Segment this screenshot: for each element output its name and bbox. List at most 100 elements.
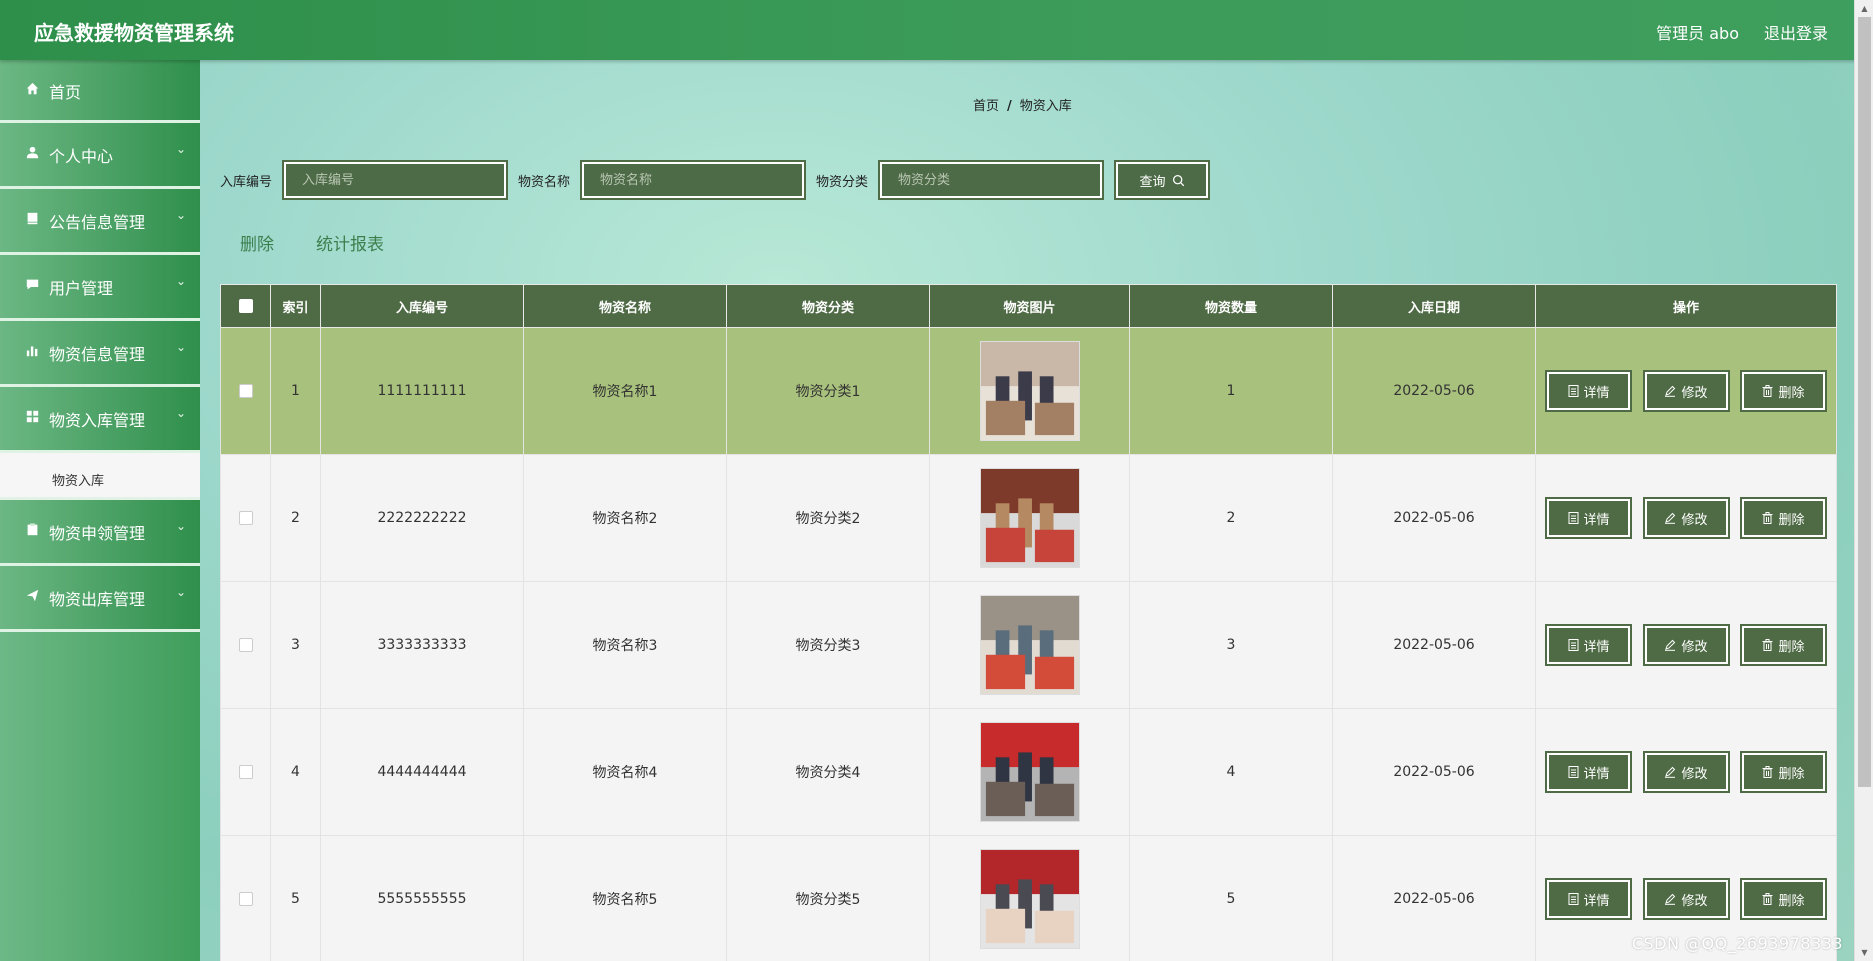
material-name-cell: 物资名称5 bbox=[523, 835, 727, 961]
sidebar-item-notices[interactable]: 公告信息管理 ⌄ bbox=[0, 189, 200, 255]
stock-in-code-cell: 5555555555 bbox=[320, 835, 524, 961]
vertical-scrollbar[interactable]: ▲ ▼ bbox=[1854, 0, 1873, 961]
row-select-cell[interactable] bbox=[220, 708, 271, 836]
detail-button[interactable]: 详情 bbox=[1545, 624, 1633, 666]
delete-button-label: 删除 bbox=[1778, 512, 1805, 528]
detail-button-label: 详情 bbox=[1583, 385, 1610, 401]
material-category-input[interactable] bbox=[878, 160, 1105, 200]
index-cell: 1 bbox=[270, 327, 321, 455]
scroll-up-arrow-icon[interactable]: ▲ bbox=[1855, 0, 1873, 17]
row-checkbox[interactable] bbox=[238, 638, 253, 652]
material-category-cell: 物资分类1 bbox=[726, 327, 930, 455]
material-photo[interactable] bbox=[979, 468, 1080, 568]
material-name-input[interactable] bbox=[580, 160, 807, 200]
quantity-cell: 3 bbox=[1129, 581, 1333, 709]
material-category-cell: 物资分类5 bbox=[726, 835, 930, 961]
sidebar-item-home[interactable]: 首页 bbox=[0, 60, 200, 123]
edit-button[interactable]: 修改 bbox=[1642, 624, 1730, 666]
material-category-cell: 物资分类2 bbox=[726, 454, 930, 582]
select-all-checkbox[interactable] bbox=[238, 299, 253, 313]
search-button[interactable]: 查询 bbox=[1114, 160, 1211, 200]
material-image-cell bbox=[929, 327, 1130, 455]
detail-button[interactable]: 详情 bbox=[1545, 370, 1633, 412]
sidebar-item-stock-in-mgmt[interactable]: 物资入库管理 ⌄ bbox=[0, 387, 200, 453]
delete-button[interactable]: 删除 bbox=[1739, 370, 1827, 412]
scroll-thumb[interactable] bbox=[1858, 17, 1871, 787]
delete-button[interactable]: 删除 bbox=[1739, 878, 1827, 920]
material-photo[interactable] bbox=[979, 722, 1080, 822]
row-checkbox[interactable] bbox=[238, 511, 253, 525]
row-select-cell[interactable] bbox=[220, 835, 271, 961]
row-select-cell[interactable] bbox=[220, 454, 271, 582]
quantity-cell: 1 bbox=[1129, 327, 1333, 455]
trash-icon bbox=[1762, 385, 1773, 397]
sidebar-item-requisition[interactable]: 物资申领管理 ⌄ bbox=[0, 500, 200, 566]
logout-link[interactable]: 退出登录 bbox=[1764, 20, 1828, 44]
pencil-icon bbox=[1664, 893, 1676, 905]
document-icon bbox=[1568, 893, 1579, 905]
chat-icon bbox=[25, 277, 39, 291]
edit-button[interactable]: 修改 bbox=[1642, 878, 1730, 920]
breadcrumb-home[interactable]: 首页 bbox=[973, 99, 999, 114]
batch-delete-link[interactable]: 删除 bbox=[240, 230, 274, 255]
delete-button[interactable]: 删除 bbox=[1739, 751, 1827, 793]
main-content: 首页 / 物资入库 入库编号 物资名称 物资分类 查询 删除 统计报表 索引 入库编… bbox=[200, 60, 1854, 961]
quantity-cell: 4 bbox=[1129, 708, 1333, 836]
edit-button-label: 修改 bbox=[1681, 639, 1708, 655]
detail-button[interactable]: 详情 bbox=[1545, 751, 1633, 793]
scroll-down-arrow-icon[interactable]: ▼ bbox=[1855, 944, 1873, 961]
sidebar-item-label: 用户管理 bbox=[49, 279, 114, 298]
detail-button[interactable]: 详情 bbox=[1545, 878, 1633, 920]
table-row[interactable]: 4 4444444444 物资名称4 物资分类4 4 2022-05-06 详情… bbox=[220, 708, 1837, 836]
sidebar-subitem-stock-in[interactable]: 物资入库 bbox=[0, 453, 200, 500]
edit-button[interactable]: 修改 bbox=[1642, 751, 1730, 793]
sidebar-item-stock-out[interactable]: 物资出库管理 ⌄ bbox=[0, 566, 200, 632]
detail-button-label: 详情 bbox=[1583, 893, 1610, 909]
material-category-cell: 物资分类3 bbox=[726, 581, 930, 709]
send-icon bbox=[25, 588, 39, 602]
edit-button[interactable]: 修改 bbox=[1642, 497, 1730, 539]
pencil-icon bbox=[1664, 766, 1676, 778]
edit-button[interactable]: 修改 bbox=[1642, 370, 1730, 412]
delete-button[interactable]: 删除 bbox=[1739, 497, 1827, 539]
delete-button[interactable]: 删除 bbox=[1739, 624, 1827, 666]
material-category-cell: 物资分类4 bbox=[726, 708, 930, 836]
select-all-cell[interactable] bbox=[220, 284, 271, 328]
row-checkbox[interactable] bbox=[238, 892, 253, 906]
statistics-report-link[interactable]: 统计报表 bbox=[316, 230, 384, 255]
material-image-cell bbox=[929, 835, 1130, 961]
search-bar: 入库编号 物资名称 物资分类 查询 bbox=[220, 160, 1211, 200]
table-row[interactable]: 5 5555555555 物资名称5 物资分类5 5 2022-05-06 详情… bbox=[220, 835, 1837, 961]
table-row[interactable]: 2 2222222222 物资名称2 物资分类2 2 2022-05-06 详情… bbox=[220, 454, 1837, 582]
row-select-cell[interactable] bbox=[220, 327, 271, 455]
sidebar-item-profile[interactable]: 个人中心 ⌄ bbox=[0, 123, 200, 189]
material-name-cell: 物资名称2 bbox=[523, 454, 727, 582]
stock-in-code-input[interactable] bbox=[282, 160, 509, 200]
sidebar-item-material-info[interactable]: 物资信息管理 ⌄ bbox=[0, 321, 200, 387]
chevron-down-icon: ⌄ bbox=[175, 340, 186, 354]
breadcrumb: 首页 / 物资入库 bbox=[973, 95, 1072, 114]
user-icon bbox=[25, 145, 39, 159]
stock-in-code-label: 入库编号 bbox=[220, 174, 273, 190]
detail-button[interactable]: 详情 bbox=[1545, 497, 1633, 539]
top-header: 应急救援物资管理系统 管理员 abo 退出登录 bbox=[0, 0, 1873, 60]
sidebar-item-label: 个人中心 bbox=[49, 147, 114, 166]
material-photo[interactable] bbox=[979, 341, 1080, 441]
row-checkbox[interactable] bbox=[238, 765, 253, 779]
table-row[interactable]: 3 3333333333 物资名称3 物资分类3 3 2022-05-06 详情… bbox=[220, 581, 1837, 709]
material-photo[interactable] bbox=[979, 849, 1080, 949]
sidebar-item-users[interactable]: 用户管理 ⌄ bbox=[0, 255, 200, 321]
row-select-cell[interactable] bbox=[220, 581, 271, 709]
row-checkbox[interactable] bbox=[238, 384, 253, 398]
material-name-cell: 物资名称3 bbox=[523, 581, 727, 709]
operations-cell: 详情 修改 删除 bbox=[1535, 454, 1837, 582]
chevron-down-icon: ⌄ bbox=[175, 519, 186, 533]
material-photo[interactable] bbox=[979, 595, 1080, 695]
edit-button-label: 修改 bbox=[1681, 385, 1708, 401]
sidebar-item-label: 首页 bbox=[49, 83, 82, 102]
stock-in-code-cell: 1111111111 bbox=[320, 327, 524, 455]
pencil-icon bbox=[1664, 512, 1676, 524]
chevron-down-icon: ⌄ bbox=[175, 585, 186, 599]
stock-in-code-cell: 2222222222 bbox=[320, 454, 524, 582]
table-row[interactable]: 1 1111111111 物资名称1 物资分类1 1 2022-05-06 详情… bbox=[220, 327, 1837, 455]
